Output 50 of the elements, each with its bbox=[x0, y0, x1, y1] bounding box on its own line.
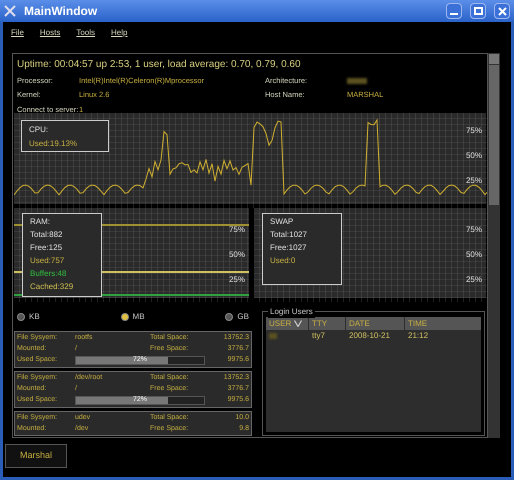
axis-label: 50% bbox=[228, 248, 245, 261]
minimize-icon bbox=[450, 13, 458, 15]
axis-label: 25% bbox=[466, 175, 482, 187]
blurred-value bbox=[269, 333, 277, 339]
swap-label: SWAP bbox=[270, 216, 294, 227]
axis-label: 25% bbox=[228, 274, 245, 286]
axis-label: 75% bbox=[228, 224, 245, 236]
axis-label: 75% bbox=[466, 125, 482, 137]
memory-value: Used:0 bbox=[270, 254, 296, 266]
window-title: MainWindow bbox=[24, 3, 98, 20]
maximize-icon bbox=[474, 7, 482, 15]
column-header[interactable]: DATE bbox=[346, 317, 404, 330]
axis-label: 50% bbox=[466, 248, 482, 261]
tab[interactable]: Marshal bbox=[5, 444, 67, 468]
memory-value: Total:1027 bbox=[270, 228, 308, 240]
menu-item[interactable]: Tools bbox=[76, 27, 96, 39]
scrollbar[interactable] bbox=[488, 53, 500, 438]
cpu-label: CPU: bbox=[29, 124, 50, 136]
memory-value: Buffers:48 bbox=[30, 268, 68, 279]
memory-value: Total:882 bbox=[30, 228, 64, 240]
axis-label: 75% bbox=[466, 224, 482, 236]
menu-item[interactable]: Hosts bbox=[40, 27, 60, 39]
ram-label: RAM: bbox=[30, 216, 51, 227]
radio-label: MB bbox=[132, 311, 145, 323]
close-button[interactable] bbox=[494, 3, 510, 19]
maximize-button[interactable] bbox=[470, 3, 486, 19]
memory-value: Used:757 bbox=[30, 254, 66, 266]
table-cell-text: 2008-10-21 bbox=[348, 330, 391, 342]
memory-value: Cached:329 bbox=[30, 280, 74, 292]
memory-value: Free:1027 bbox=[270, 242, 308, 253]
radio-button[interactable] bbox=[225, 313, 234, 321]
minimize-button[interactable] bbox=[446, 3, 462, 19]
axis-label: 25% bbox=[466, 274, 482, 286]
uptime-text: Uptime: 00:04:57 up 2:53, 1 user, load average: 0.70, 0.79, 0.60 bbox=[17, 58, 302, 72]
group-title: Login Users bbox=[268, 306, 315, 318]
table-cell-text: 21:12 bbox=[407, 330, 430, 342]
menu-item[interactable]: File bbox=[11, 27, 24, 39]
radio-button[interactable] bbox=[17, 313, 25, 321]
radio-label: GB bbox=[237, 311, 249, 323]
close-icon bbox=[498, 6, 506, 16]
table-cell-text: tty7 bbox=[311, 330, 326, 342]
app-icon bbox=[4, 5, 16, 17]
axis-label: 50% bbox=[466, 150, 482, 162]
cpu-used-text: Used:19.13% bbox=[29, 138, 78, 150]
radio-label: KB bbox=[29, 311, 40, 323]
menu-item[interactable]: Help bbox=[111, 27, 128, 39]
scroll-thumb[interactable] bbox=[489, 65, 499, 205]
memory-value: Free:125 bbox=[30, 242, 64, 253]
blurred-value bbox=[347, 78, 367, 84]
radio-button[interactable] bbox=[120, 313, 129, 321]
